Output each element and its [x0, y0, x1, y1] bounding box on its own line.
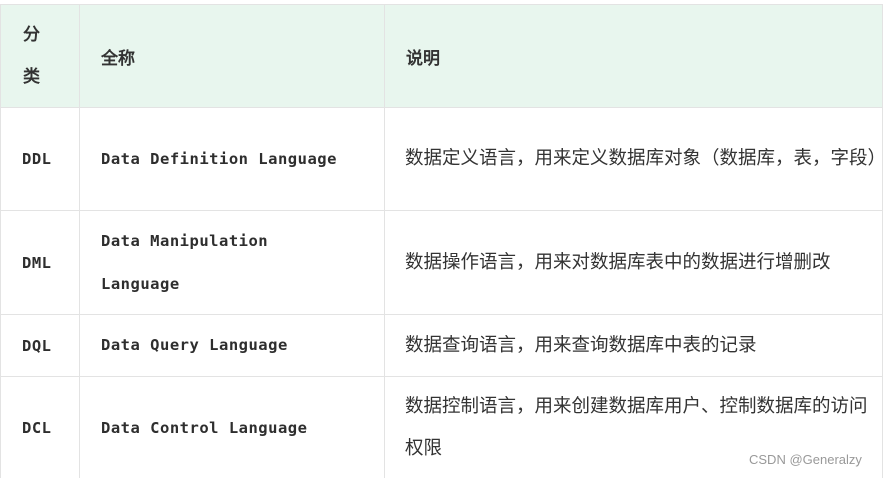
row-abbr: DQL: [0, 314, 80, 377]
header-description: 说明: [384, 4, 883, 108]
table-row: DDL Data Definition Language 数据定义语言，用来定义…: [0, 107, 884, 211]
row-description: 数据查询语言，用来查询数据库中表的记录: [384, 314, 883, 377]
row-full-name: Data Definition Language: [79, 107, 385, 211]
row-abbr: DDL: [0, 107, 80, 211]
table-row: DML Data Manipulation Language 数据操作语言，用来…: [0, 210, 883, 315]
row-abbr: DML: [0, 210, 80, 315]
row-full-name: Data Control Language: [79, 376, 385, 478]
table-header-row: 分类 全称 说明: [0, 4, 883, 108]
row-full-name: Data Manipulation Language: [79, 210, 385, 315]
row-full-name: Data Query Language: [79, 314, 385, 377]
header-category-label: 分类: [23, 25, 40, 87]
table-row: DQL Data Query Language 数据查询语言，用来查询数据库中表…: [0, 314, 883, 377]
sql-category-table: 分类 全称 说明 DDL Data Definition Language 数据…: [0, 4, 884, 478]
row-abbr: DCL: [0, 376, 80, 478]
row-description: 数据操作语言，用来对数据库表中的数据进行增删改: [384, 210, 883, 315]
row-description: 数据定义语言，用来定义数据库对象（数据库，表，字段）: [384, 107, 884, 211]
csdn-watermark: CSDN @Generalzy: [749, 452, 862, 467]
header-full-name: 全称: [79, 4, 385, 108]
header-category: 分类: [0, 4, 80, 108]
